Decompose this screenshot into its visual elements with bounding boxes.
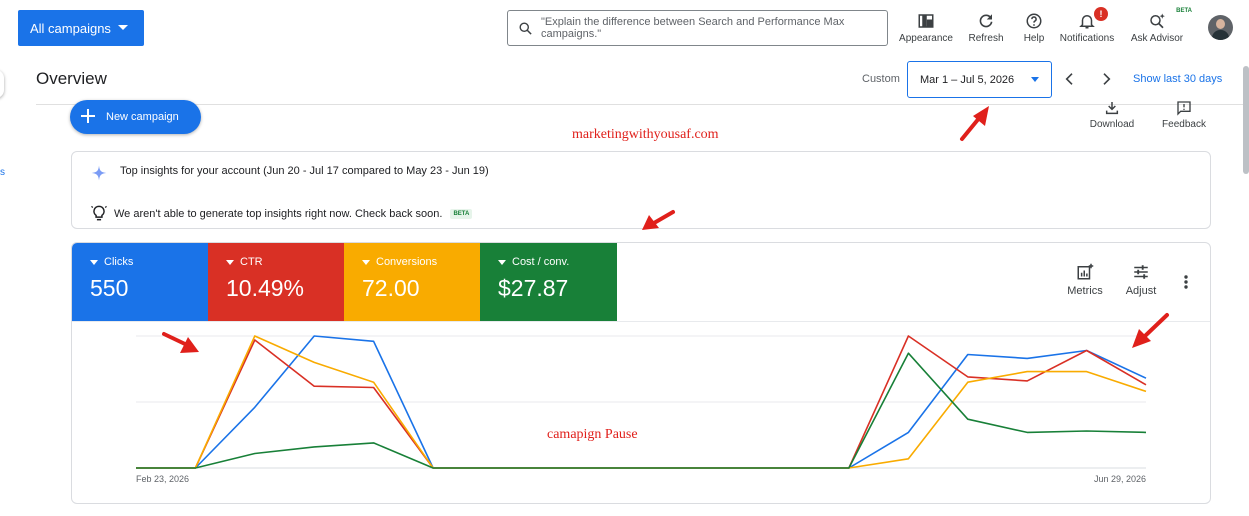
notification-badge: ! xyxy=(1094,7,1108,21)
search-icon xyxy=(519,22,532,35)
help-icon xyxy=(1026,13,1042,29)
campaign-selector-label: All campaigns xyxy=(30,20,111,36)
notifications-button[interactable]: ! Notifications xyxy=(1058,7,1116,46)
new-campaign-label: New campaign xyxy=(106,111,179,123)
sidebar-truncated-text[interactable]: s xyxy=(0,167,5,178)
chevron-down-icon xyxy=(90,259,98,265)
metric-label-text: Conversions xyxy=(376,256,438,268)
x-axis-start-label: Feb 23, 2026 xyxy=(136,474,189,484)
metric-tile-cost-per-conversion[interactable]: Cost / conv. $27.87 xyxy=(480,243,617,321)
insights-title: Top insights for your account (Jun 20 - … xyxy=(120,165,489,177)
refresh-icon xyxy=(979,14,993,28)
next-period-button[interactable] xyxy=(1098,71,1114,87)
appearance-button[interactable]: Appearance xyxy=(898,12,954,46)
refresh-button[interactable]: Refresh xyxy=(966,12,1006,46)
feedback-icon xyxy=(1177,101,1191,116)
more-vert-icon[interactable] xyxy=(1181,274,1191,290)
ask-advisor-label: Ask Advisor xyxy=(1130,33,1184,44)
advisor-icon xyxy=(1150,13,1165,29)
metric-value: 10.49% xyxy=(226,275,305,301)
campaign-selector[interactable]: All campaigns xyxy=(18,10,144,46)
metric-tile-clicks[interactable]: Clicks 550 xyxy=(72,243,208,321)
search-input[interactable]: "Explain the difference between Search a… xyxy=(507,10,888,46)
red-arrow-annotation xyxy=(960,106,989,141)
help-label: Help xyxy=(1023,33,1045,44)
x-axis-end-label: Jun 29, 2026 xyxy=(1094,474,1146,484)
appearance-label: Appearance xyxy=(899,33,953,44)
page-scrollbar[interactable] xyxy=(1243,66,1249,174)
collapsed-panel-handle[interactable] xyxy=(0,70,4,98)
metric-label-text: Cost / conv. xyxy=(512,256,570,268)
download-button[interactable]: Download xyxy=(1089,100,1135,130)
metric-label-text: Clicks xyxy=(104,256,134,268)
date-range-value: Mar 1 – Jul 5, 2026 xyxy=(920,73,1015,86)
insights-beta-tag: BETA xyxy=(450,209,473,220)
ask-advisor-button[interactable]: BETA Ask Advisor xyxy=(1130,8,1192,46)
metrics-button[interactable]: Metrics xyxy=(1064,263,1106,297)
chevron-down-icon xyxy=(498,259,506,265)
chevron-down-icon xyxy=(362,259,370,265)
sliders-icon xyxy=(1134,265,1148,279)
lightbulb-icon xyxy=(91,205,107,221)
metric-tile-conversions[interactable]: Conversions 72.00 xyxy=(344,243,480,321)
top-bar: All campaigns "Explain the difference be… xyxy=(0,0,1249,60)
advisor-beta-tag: BETA xyxy=(1176,8,1192,14)
chevron-down-icon xyxy=(226,259,234,265)
avatar[interactable] xyxy=(1208,15,1233,40)
metric-tile-ctr[interactable]: CTR 10.49% xyxy=(208,243,344,321)
series-line-cost-conv xyxy=(136,352,1147,469)
metric-label-text: CTR xyxy=(240,256,263,268)
performance-chart-card: Clicks 550 CTR 10.49% Conversions 72.00 … xyxy=(71,242,1211,504)
feedback-button[interactable]: Feedback xyxy=(1161,100,1207,130)
previous-period-button[interactable] xyxy=(1062,71,1078,87)
insights-message: We aren't able to generate top insights … xyxy=(114,208,473,220)
help-button[interactable]: Help xyxy=(1018,12,1050,46)
chevron-down-icon xyxy=(118,25,128,30)
adjust-label: Adjust xyxy=(1125,285,1157,297)
appearance-icon xyxy=(918,14,934,28)
metric-label: Clicks xyxy=(90,256,208,268)
red-arrow-annotation xyxy=(1132,313,1169,348)
notifications-label: Notifications xyxy=(1059,33,1115,44)
feedback-label: Feedback xyxy=(1162,119,1206,130)
search-placeholder: "Explain the difference between Search a… xyxy=(541,16,845,40)
chevron-down-icon xyxy=(1031,77,1039,82)
header-divider xyxy=(36,104,1249,105)
metric-value: 550 xyxy=(90,275,129,301)
download-icon xyxy=(1105,102,1119,115)
sparkle-icon xyxy=(91,165,107,181)
download-label: Download xyxy=(1089,119,1135,130)
pause-annotation: camapign Pause xyxy=(547,427,638,442)
metric-label: Conversions xyxy=(362,256,480,268)
watermark-text: marketingwithyousaf.com xyxy=(572,127,719,142)
metric-value: 72.00 xyxy=(362,275,420,301)
plus-icon xyxy=(81,109,95,123)
new-campaign-button[interactable]: New campaign xyxy=(70,100,201,134)
date-range-type-label: Custom xyxy=(862,73,900,85)
metrics-label: Metrics xyxy=(1067,285,1103,297)
metric-value: $27.87 xyxy=(498,275,569,301)
metric-label: CTR xyxy=(226,256,344,268)
insights-message-text: We aren't able to generate top insights … xyxy=(114,208,443,220)
refresh-label: Refresh xyxy=(968,33,1004,44)
line-chart: Feb 23, 2026 Jun 29, 2026 camapign Pause xyxy=(136,335,1147,484)
red-arrow-annotation xyxy=(642,210,675,230)
page-title: Overview xyxy=(36,69,107,88)
adjust-button[interactable]: Adjust xyxy=(1122,263,1160,297)
red-arrow-annotation xyxy=(162,332,199,353)
metric-label: Cost / conv. xyxy=(498,256,617,268)
show-last-30-days-link[interactable]: Show last 30 days xyxy=(1133,73,1222,85)
chart-add-icon xyxy=(1077,263,1094,280)
date-range-picker[interactable]: Mar 1 – Jul 5, 2026 xyxy=(907,61,1052,98)
